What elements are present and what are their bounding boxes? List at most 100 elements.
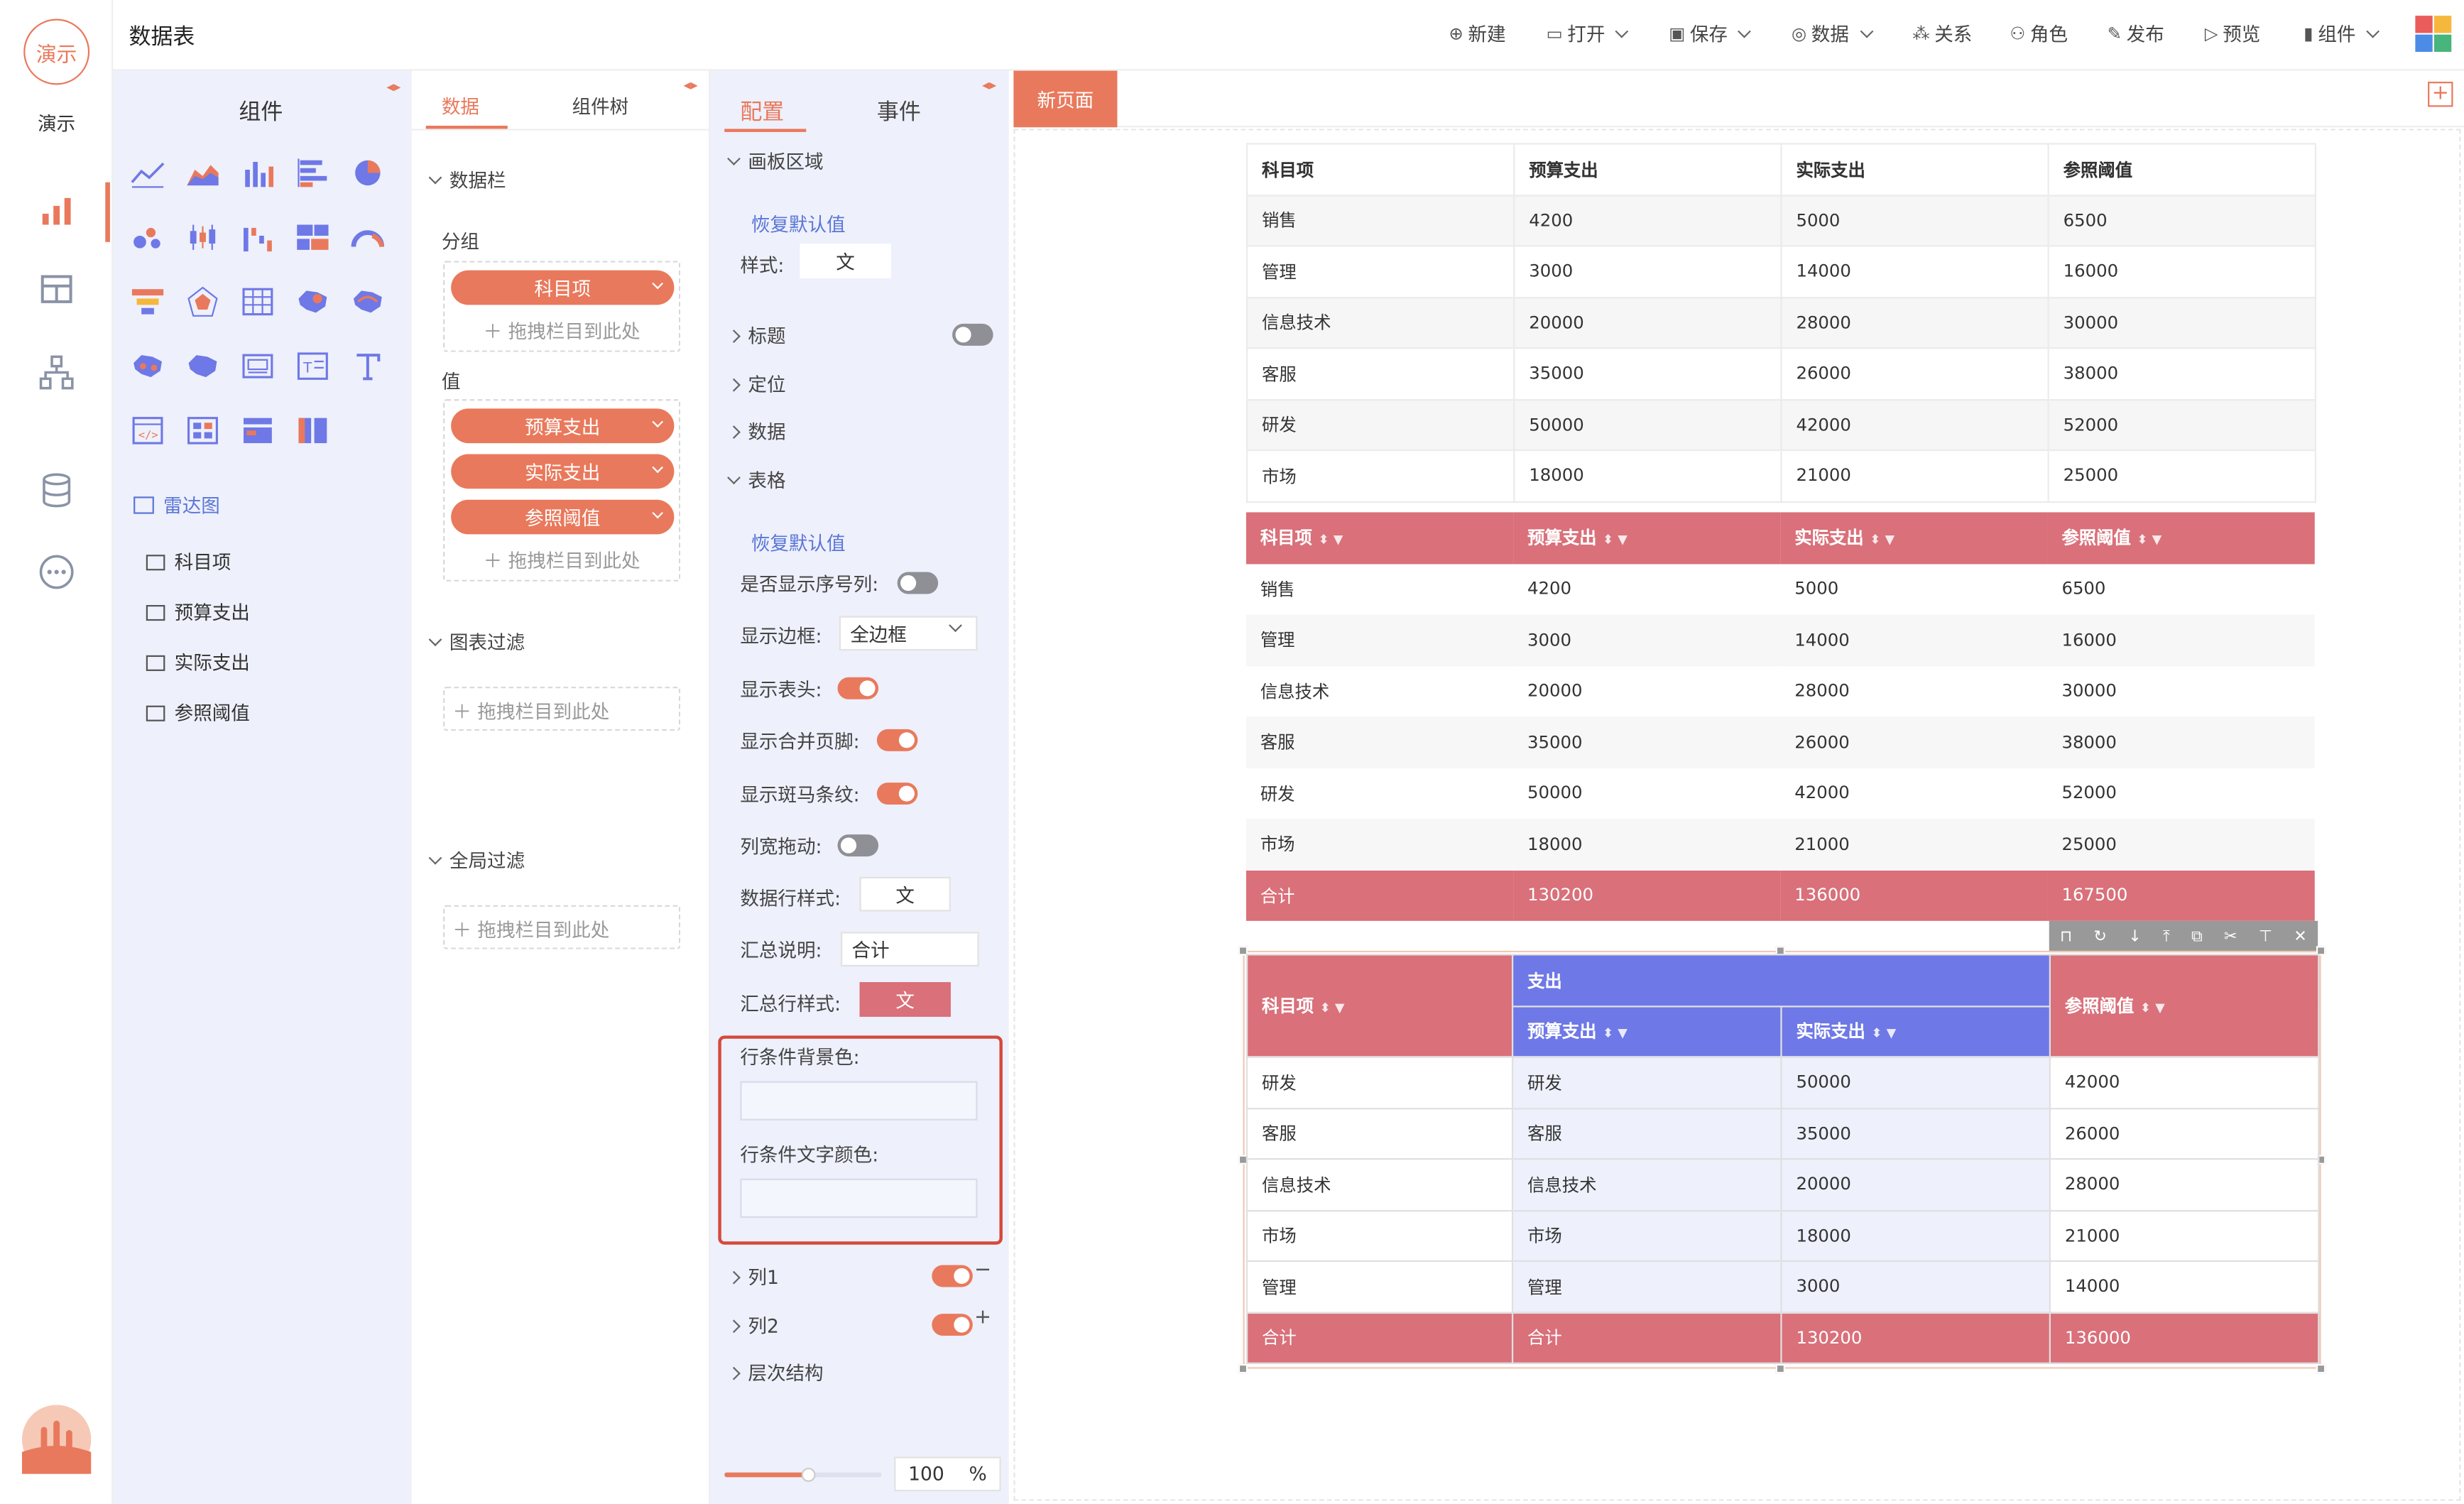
table-cell[interactable]: 5000 xyxy=(1780,563,2047,614)
table-cell[interactable]: 136000 xyxy=(2049,1311,2320,1364)
table-cell[interactable]: 50000 xyxy=(1780,1056,2051,1109)
summary-row-style-picker[interactable]: 文 xyxy=(859,982,951,1017)
section-position[interactable]: 定位 xyxy=(727,371,786,398)
header-cell[interactable]: 预算支出 ⬍ ▼ xyxy=(1513,512,1781,564)
dashboard-layout-icon[interactable] xyxy=(295,222,330,253)
table-cell[interactable]: 20000 xyxy=(1513,665,1780,716)
zoom-slider[interactable] xyxy=(724,1467,882,1482)
columns-layout-icon[interactable] xyxy=(295,415,330,446)
table-cell[interactable]: 信息技术 xyxy=(1245,296,1515,349)
logo[interactable]: 演示 xyxy=(23,18,90,85)
publish-button[interactable]: ✎ 发布 xyxy=(2108,21,2164,48)
table-cell[interactable]: 3000 xyxy=(1780,1260,2051,1313)
header-cell[interactable]: 科目项 ⬍ ▼ xyxy=(1245,512,1514,564)
row-cond-color-input[interactable] xyxy=(740,1178,978,1219)
table-cell[interactable]: 25000 xyxy=(2047,449,2316,503)
candlestick-icon[interactable] xyxy=(185,222,220,253)
table-cell[interactable]: 管理 xyxy=(1511,1260,1782,1313)
zoom-input[interactable]: 100% xyxy=(894,1456,1001,1492)
more-nav-icon[interactable] xyxy=(38,553,75,591)
bar-chart-icon[interactable] xyxy=(241,157,276,188)
reset-default-link[interactable]: 恢复默认值 xyxy=(751,211,846,238)
header-cell[interactable]: 实际支出 ⬍ ▼ xyxy=(1780,1005,2051,1058)
area-chart-icon[interactable] xyxy=(185,157,220,188)
field-item[interactable]: 参照阈值 xyxy=(146,699,250,726)
summary-desc-input[interactable]: 合计 xyxy=(840,932,979,966)
table-cell[interactable]: 信息技术 xyxy=(1245,1157,1514,1211)
table-cell[interactable]: 管理 xyxy=(1245,1260,1514,1313)
tab-data[interactable]: 数据 xyxy=(442,93,479,120)
brand-avatar-icon[interactable] xyxy=(21,1405,92,1474)
add-icon[interactable]: + xyxy=(974,1306,991,1329)
table-cell[interactable]: 3000 xyxy=(1513,245,1782,298)
table-cell[interactable]: 14000 xyxy=(2049,1260,2320,1313)
database-nav-icon[interactable] xyxy=(38,472,75,509)
table-cell[interactable]: 20000 xyxy=(1513,296,1782,349)
table-cell[interactable]: 6500 xyxy=(2048,563,2315,614)
richtext-icon[interactable]: T xyxy=(295,350,330,381)
table-cell[interactable]: 16000 xyxy=(2047,614,2315,666)
header-cell[interactable]: 科目项 xyxy=(1245,143,1515,196)
table-cell[interactable]: 信息技术 xyxy=(1511,1157,1782,1211)
table-cell[interactable]: 38000 xyxy=(2047,347,2316,400)
header-cell[interactable]: 科目项 ⬍ ▼ xyxy=(1245,954,1514,1058)
title-toggle[interactable] xyxy=(952,323,993,346)
table-cell[interactable]: 销售 xyxy=(1246,563,1513,614)
table-cell[interactable]: 客服 xyxy=(1245,716,1514,768)
field-item[interactable]: 实际支出 xyxy=(146,649,250,676)
global-filter-dropzone[interactable]: ＋ 拖拽栏目到此处 xyxy=(443,905,681,949)
cut-icon[interactable]: ✂ xyxy=(2224,928,2237,945)
field-item[interactable]: 科目项 xyxy=(146,548,231,575)
text-card-icon[interactable] xyxy=(241,350,276,381)
page-tab[interactable]: 新页面 xyxy=(1013,70,1118,128)
table-cell[interactable]: 52000 xyxy=(2048,768,2315,819)
group-header-cell[interactable]: 支出 xyxy=(1511,954,2051,1007)
reset-default-link[interactable]: 恢复默认值 xyxy=(751,530,846,557)
table-cell[interactable]: 136000 xyxy=(1780,869,2048,921)
value-field-pill[interactable]: 实际支出 xyxy=(451,454,675,489)
table-cell[interactable]: 合计 xyxy=(1245,869,1514,921)
table-cell[interactable]: 管理 xyxy=(1245,614,1514,666)
data-button[interactable]: ◎ 数据 xyxy=(1792,21,1873,48)
table-cell[interactable]: 市场 xyxy=(1245,449,1515,503)
value-field-pill[interactable]: 预算支出 xyxy=(451,408,675,444)
table-cell[interactable]: 52000 xyxy=(2047,398,2316,452)
table-cell[interactable]: 市场 xyxy=(1245,818,1514,870)
tab-events[interactable]: 事件 xyxy=(877,96,921,127)
open-button[interactable]: ▭ 打开 xyxy=(1547,21,1630,48)
section-data[interactable]: 数据 xyxy=(727,418,786,445)
resize-handle[interactable] xyxy=(1775,1363,1785,1374)
section-global-filter[interactable]: 全局过滤 xyxy=(428,847,525,874)
table-cell[interactable]: 25000 xyxy=(2047,818,2315,870)
header-cell[interactable]: 预算支出 ⬍ ▼ xyxy=(1511,1005,1782,1058)
table-cell[interactable]: 合计 xyxy=(1511,1311,1782,1364)
table-cell[interactable]: 26000 xyxy=(1780,716,2048,768)
table-cell[interactable]: 50000 xyxy=(1513,768,1780,819)
flow-map-icon[interactable] xyxy=(350,286,385,317)
tab-component-tree[interactable]: 组件树 xyxy=(572,93,629,120)
table-cell[interactable]: 35000 xyxy=(1513,347,1782,400)
refresh-icon[interactable]: ↻ xyxy=(2093,928,2107,945)
grid-layout-icon[interactable] xyxy=(185,415,220,446)
header-cell[interactable]: 预算支出 xyxy=(1513,143,1782,196)
data-row-style-picker[interactable]: 文 xyxy=(859,876,951,912)
copy-icon[interactable]: ⧉ xyxy=(2191,928,2203,945)
format-icon[interactable]: ⊤ xyxy=(2259,928,2272,945)
html-embed-icon[interactable]: </> xyxy=(131,415,165,446)
table-cell[interactable]: 研发 xyxy=(1245,398,1515,452)
table-cell[interactable]: 18000 xyxy=(1513,818,1781,870)
header-cell[interactable]: 实际支出 ⬍ ▼ xyxy=(1780,512,2048,564)
table-cell[interactable]: 管理 xyxy=(1245,245,1515,298)
resize-handle[interactable] xyxy=(1238,1363,1248,1374)
scatter-icon[interactable] xyxy=(131,222,165,253)
section-table[interactable]: 表格 xyxy=(727,467,786,494)
component-button[interactable]: ▮ 组件 xyxy=(2304,21,2380,48)
table-cell[interactable]: 14000 xyxy=(1780,614,2048,666)
table-icon[interactable] xyxy=(241,286,276,317)
china-map-icon[interactable] xyxy=(295,286,330,317)
table-cell[interactable]: 5000 xyxy=(1780,194,2049,247)
table-cell[interactable]: 市场 xyxy=(1511,1209,1782,1263)
table-cell[interactable]: 28000 xyxy=(2049,1157,2320,1211)
section-canvas-area[interactable]: 画板区域 xyxy=(727,148,824,175)
style-picker[interactable]: 文 xyxy=(800,244,891,278)
